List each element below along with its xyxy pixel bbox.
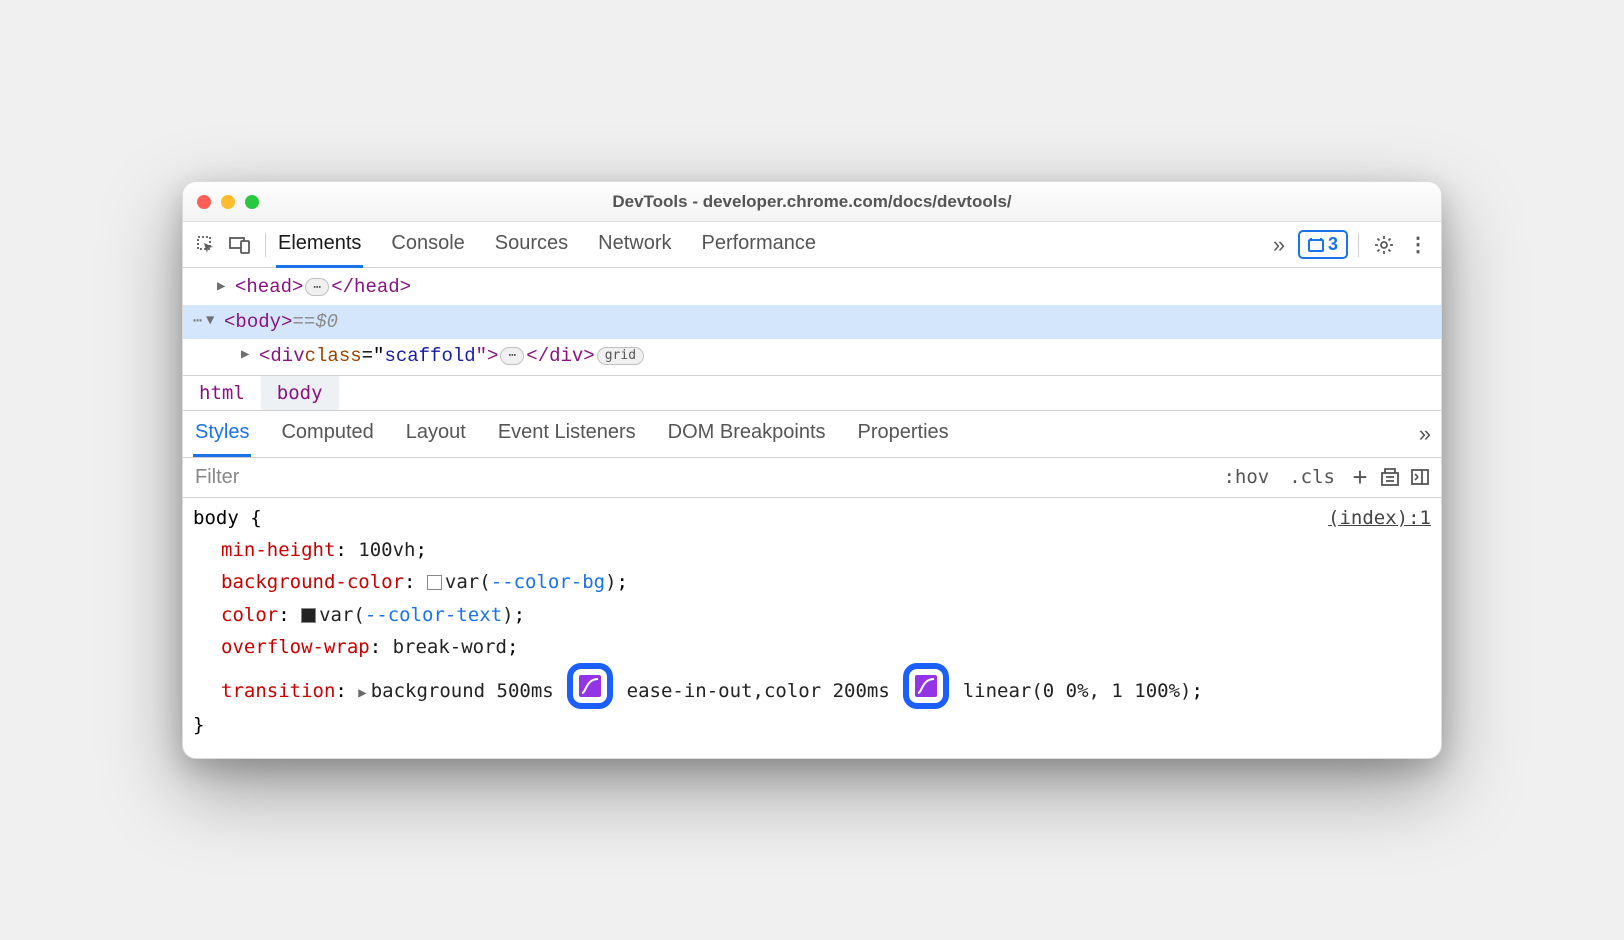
subtab-styles[interactable]: Styles [193, 411, 251, 457]
var-close: ) [502, 604, 513, 626]
dom-tag: <body> [224, 305, 292, 339]
prop-value-part: ease-in-out [627, 680, 753, 702]
more-subtabs-icon[interactable]: » [1419, 421, 1431, 447]
tab-sources[interactable]: Sources [493, 222, 570, 268]
ellipsis-badge[interactable]: ⋯ [305, 278, 329, 296]
dom-tag-close: </div> [526, 339, 594, 373]
dom-row-div[interactable]: ▶ <div class="scaffold"> ⋯ </div> grid [183, 339, 1441, 373]
main-tabs: Elements Console Sources Network Perform… [276, 222, 1260, 268]
maximize-window-button[interactable] [245, 195, 259, 209]
computed-sidebar-icon[interactable] [1375, 467, 1405, 487]
tab-console[interactable]: Console [389, 222, 466, 268]
rule-header: body { (index):1 [193, 502, 1431, 534]
var-close: ) [605, 571, 616, 593]
color-swatch-icon[interactable] [427, 575, 442, 590]
selector[interactable]: body { [193, 502, 262, 534]
dom-tag: <div [259, 339, 305, 373]
expand-arrow-icon[interactable]: ▶ [241, 343, 259, 368]
filter-input[interactable] [183, 458, 1213, 497]
breadcrumb: html body [183, 376, 1441, 411]
toolbar-divider-2 [1358, 233, 1359, 257]
prop-value-part: linear(0 0%, 1 100%) [963, 680, 1192, 702]
main-toolbar: Elements Console Sources Network Perform… [183, 222, 1441, 268]
prop-name: color [221, 604, 278, 626]
window-title: DevTools - developer.chrome.com/docs/dev… [183, 192, 1441, 212]
prop-name: overflow-wrap [221, 636, 370, 658]
window-controls [197, 195, 259, 209]
subtab-computed[interactable]: Computed [279, 411, 375, 457]
tab-performance[interactable]: Performance [700, 222, 819, 268]
issues-icon [1308, 237, 1324, 253]
dom-row-head[interactable]: ▶ <head> ⋯ </head> [183, 270, 1441, 304]
prop-value: break-word [393, 636, 507, 658]
css-property[interactable]: min-height: 100vh; [193, 534, 1431, 566]
prop-name: transition [221, 680, 335, 702]
new-style-rule-icon[interactable]: + [1345, 462, 1375, 493]
crumb-body[interactable]: body [261, 376, 339, 410]
minimize-window-button[interactable] [221, 195, 235, 209]
subtab-event-listeners[interactable]: Event Listeners [496, 411, 638, 457]
crumb-html[interactable]: html [183, 376, 261, 410]
devtools-window: DevTools - developer.chrome.com/docs/dev… [182, 181, 1442, 758]
css-property[interactable]: background-color: var(--color-bg); [193, 566, 1431, 598]
annotation-highlight [567, 663, 613, 709]
settings-icon[interactable] [1369, 230, 1399, 260]
toggle-sidebar-icon[interactable] [1405, 467, 1435, 487]
css-property[interactable]: color: var(--color-text); [193, 599, 1431, 631]
dom-tag: <head> [235, 270, 303, 304]
attr-value: scaffold [384, 339, 475, 373]
kebab-menu-icon[interactable]: ⋮ [1403, 230, 1433, 260]
issues-badge[interactable]: 3 [1298, 230, 1348, 259]
dom-row-body[interactable]: ⋯ ▼ <body> == $0 [183, 305, 1441, 339]
attr-eq: =" [362, 339, 385, 373]
close-window-button[interactable] [197, 195, 211, 209]
var-name: --color-text [365, 604, 502, 626]
dom-tag-close: </head> [331, 270, 411, 304]
rule-close: } [193, 709, 1431, 741]
titlebar: DevTools - developer.chrome.com/docs/dev… [183, 182, 1441, 222]
annotation-highlight [903, 663, 949, 709]
prop-name: background-color [221, 571, 404, 593]
color-swatch-icon[interactable] [301, 608, 316, 623]
cls-button[interactable]: .cls [1279, 460, 1345, 494]
source-link[interactable]: (index):1 [1328, 502, 1431, 534]
easing-editor-icon[interactable] [579, 675, 601, 697]
dom-tag-end: "> [476, 339, 499, 373]
var-func: var( [319, 604, 365, 626]
toolbar-divider [265, 233, 266, 257]
prop-value-part: background 500ms [371, 680, 554, 702]
var-name: --color-bg [491, 571, 605, 593]
row-dots-icon: ⋯ [193, 308, 202, 335]
subtab-layout[interactable]: Layout [404, 411, 468, 457]
ellipsis-badge[interactable]: ⋯ [500, 347, 524, 365]
attr-name: class [305, 339, 362, 373]
css-property-transition[interactable]: transition: ▶background 500ms ease-in-ou… [193, 663, 1431, 709]
device-toolbar-icon[interactable] [225, 230, 255, 260]
more-tabs-icon[interactable]: » [1264, 230, 1294, 260]
css-property[interactable]: overflow-wrap: break-word; [193, 631, 1431, 663]
hov-button[interactable]: :hov [1213, 460, 1279, 494]
subtab-dom-breakpoints[interactable]: DOM Breakpoints [666, 411, 828, 457]
subtab-properties[interactable]: Properties [856, 411, 951, 457]
dom-tree: ▶ <head> ⋯ </head> ⋯ ▼ <body> == $0 ▶ <d… [183, 268, 1441, 376]
styles-subtabs: Styles Computed Layout Event Listeners D… [183, 411, 1441, 458]
prop-value-part: ,color 200ms [753, 680, 890, 702]
prop-name: min-height [221, 539, 335, 561]
console-ref-eq: == [292, 305, 315, 339]
inspect-icon[interactable] [191, 230, 221, 260]
tab-elements[interactable]: Elements [276, 222, 363, 268]
expand-value-icon[interactable]: ▶ [358, 682, 366, 706]
filter-bar: :hov .cls + [183, 458, 1441, 498]
collapse-arrow-icon[interactable]: ▼ [206, 309, 224, 334]
console-ref-var: $0 [315, 305, 338, 339]
prop-value: 100vh [358, 539, 415, 561]
expand-arrow-icon[interactable]: ▶ [217, 275, 235, 300]
var-func: var( [445, 571, 491, 593]
easing-editor-icon[interactable] [915, 675, 937, 697]
styles-pane: body { (index):1 min-height: 100vh; back… [183, 498, 1441, 758]
grid-badge[interactable]: grid [597, 347, 644, 365]
tab-network[interactable]: Network [596, 222, 673, 268]
issues-count: 3 [1328, 234, 1338, 255]
